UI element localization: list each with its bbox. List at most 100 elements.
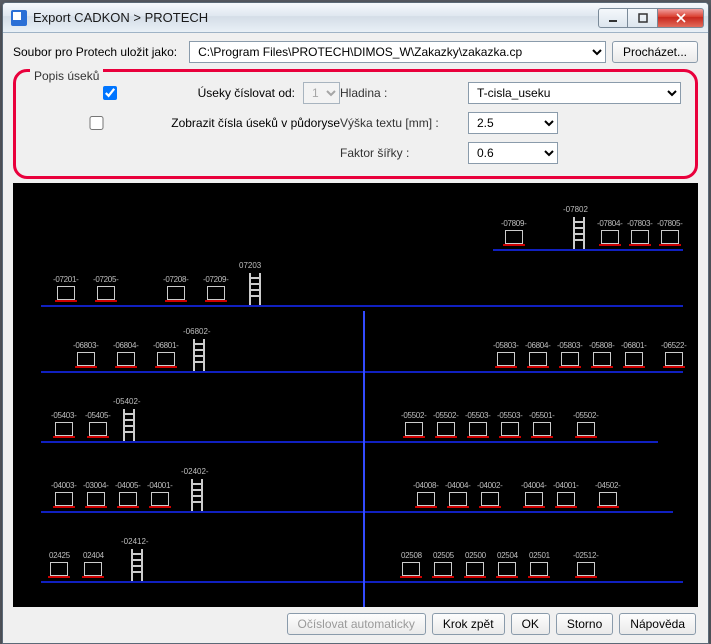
device-icon: -06801- xyxy=(621,341,646,366)
device-label: -07803- xyxy=(627,219,652,228)
device-label: -06801- xyxy=(153,341,178,350)
vyska-label: Výška textu [mm] : xyxy=(340,116,460,130)
device-label: -05503- xyxy=(465,411,490,420)
device-label: -05808- xyxy=(589,341,614,350)
device-icon: -03004- xyxy=(83,481,108,506)
device-icon: -04008- xyxy=(413,481,438,506)
window-controls xyxy=(598,8,704,28)
device-icon: 02500 xyxy=(465,551,486,576)
device-box xyxy=(55,492,73,506)
device-box xyxy=(661,230,679,244)
device-label: -05502- xyxy=(401,411,426,420)
device-label: -04002- xyxy=(477,481,502,490)
pipe-baseline xyxy=(41,305,683,307)
export-cadkon-dialog: Export CADKON > PROTECH Soubor pro Prote… xyxy=(2,2,709,644)
device-label: -05501- xyxy=(529,411,554,420)
ladder-icon xyxy=(191,479,203,511)
device-box xyxy=(577,562,595,576)
device-box xyxy=(151,492,169,506)
device-label: -06804- xyxy=(525,341,550,350)
show-floorplan-checkbox[interactable] xyxy=(30,116,163,130)
device-icon: -07201- xyxy=(53,275,78,300)
device-label: 02404 xyxy=(83,551,104,560)
device-box xyxy=(449,492,467,506)
device-box xyxy=(533,422,551,436)
device-icon: -07804- xyxy=(597,219,622,244)
device-label: -03004- xyxy=(83,481,108,490)
button-bar: Očíslovat automaticky Krok zpět OK Storn… xyxy=(13,607,698,637)
cancel-button[interactable]: Storno xyxy=(556,613,613,635)
device-box xyxy=(207,286,225,300)
device-icon: 02505 xyxy=(433,551,454,576)
device-box xyxy=(84,562,102,576)
device-label: -04001- xyxy=(147,481,172,490)
minimize-button[interactable] xyxy=(598,8,628,28)
help-button[interactable]: Nápověda xyxy=(619,613,696,635)
device-box xyxy=(561,352,579,366)
popis-legend: Popis úseků xyxy=(30,69,103,83)
device-icon: -05803- xyxy=(557,341,582,366)
ladder-icon xyxy=(249,273,261,305)
device-label: -07201- xyxy=(53,275,78,284)
close-button[interactable] xyxy=(658,8,704,28)
faktor-label: Faktor šířky : xyxy=(340,146,460,160)
device-label: -06522- xyxy=(661,341,686,350)
device-box xyxy=(665,352,683,366)
device-box xyxy=(167,286,185,300)
number-from-checkbox[interactable] xyxy=(30,86,190,100)
device-label: -07809- xyxy=(501,219,526,228)
browse-button[interactable]: Procházet... xyxy=(612,41,698,63)
device-box xyxy=(87,492,105,506)
file-path-combo[interactable]: C:\Program Files\PROTECH\DIMOS_W\Zakazky… xyxy=(189,41,606,63)
device-box xyxy=(77,352,95,366)
device-icon: -06803- xyxy=(73,341,98,366)
device-icon: -04502- xyxy=(595,481,620,506)
number-from-combo[interactable]: 1 xyxy=(303,82,340,104)
device-label: -05803- xyxy=(493,341,518,350)
device-box xyxy=(631,230,649,244)
device-icon: -06804- xyxy=(113,341,138,366)
device-icon: 02501 xyxy=(529,551,550,576)
window-title: Export CADKON > PROTECH xyxy=(33,10,598,25)
device-icon: -05502- xyxy=(573,411,598,436)
vyska-combo[interactable]: 2.5 xyxy=(468,112,558,134)
device-icon: -04001- xyxy=(553,481,578,506)
device-label: -04502- xyxy=(595,481,620,490)
app-icon xyxy=(11,10,27,26)
pipe-baseline xyxy=(41,441,658,443)
pipe-baseline xyxy=(41,511,673,513)
device-icon: 02504 xyxy=(497,551,518,576)
hladina-combo[interactable]: T-cisla_useku xyxy=(468,82,681,104)
device-icon: -07809- xyxy=(501,219,526,244)
maximize-button[interactable] xyxy=(628,8,658,28)
ladder-label: 07203 xyxy=(239,261,261,270)
ladder-label: -02412- xyxy=(121,537,149,546)
pipe-baseline xyxy=(41,581,683,583)
faktor-combo[interactable]: 0.6 xyxy=(468,142,558,164)
device-label: 02501 xyxy=(529,551,550,560)
undo-button[interactable]: Krok zpět xyxy=(432,613,505,635)
titlebar[interactable]: Export CADKON > PROTECH xyxy=(3,3,708,33)
auto-number-button[interactable]: Očíslovat automaticky xyxy=(287,613,426,635)
device-box xyxy=(57,286,75,300)
device-label: -07804- xyxy=(597,219,622,228)
device-label: -04008- xyxy=(413,481,438,490)
device-icon: -04002- xyxy=(477,481,502,506)
device-icon: -04004- xyxy=(445,481,470,506)
device-label: -05803- xyxy=(557,341,582,350)
device-box xyxy=(501,422,519,436)
device-icon: -04003- xyxy=(51,481,76,506)
device-icon: -05403- xyxy=(51,411,76,436)
file-row: Soubor pro Protech uložit jako: C:\Progr… xyxy=(13,41,698,63)
device-icon: 02425 xyxy=(49,551,70,576)
device-box xyxy=(593,352,611,366)
device-label: -05405- xyxy=(85,411,110,420)
device-icon: -07208- xyxy=(163,275,188,300)
ok-button[interactable]: OK xyxy=(511,613,550,635)
device-icon: -06801- xyxy=(153,341,178,366)
ladder-label: -05402- xyxy=(113,397,141,406)
device-box xyxy=(469,422,487,436)
device-box xyxy=(625,352,643,366)
device-box xyxy=(497,352,515,366)
device-box xyxy=(599,492,617,506)
